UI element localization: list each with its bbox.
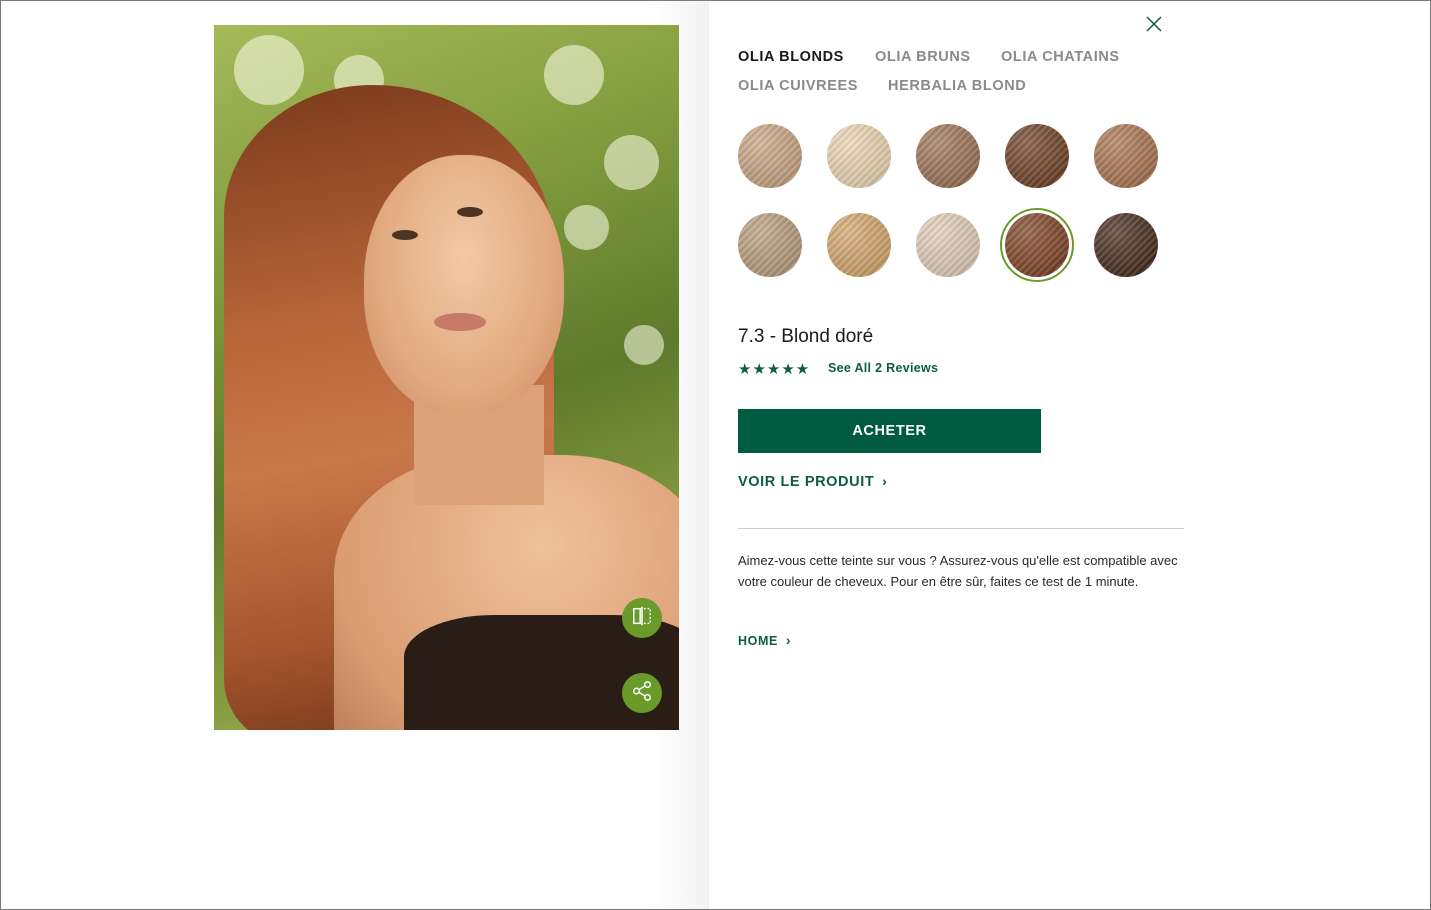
compare-button[interactable] (622, 598, 662, 638)
shade-swatch[interactable] (1094, 213, 1158, 277)
tab-olia-blonds[interactable]: OLIA BLONDS (738, 49, 844, 65)
tab-olia-chatains[interactable]: OLIA CHATAINS (1001, 49, 1120, 65)
virtual-try-on-modal: OLIA BLONDS OLIA BRUNS OLIA CHATAINS OLI… (0, 0, 1431, 910)
view-product-label: VOIR LE PRODUIT (738, 474, 875, 490)
chevron-right-icon: › (785, 632, 792, 648)
tab-herbalia-blond[interactable]: HERBALIA BLOND (888, 78, 1026, 94)
compare-icon (631, 605, 653, 632)
shade-swatch[interactable] (738, 124, 802, 188)
shade-name: 7.3 - Blond doré (738, 326, 874, 347)
model-photo (214, 25, 679, 730)
rating-stars: ★★★★★ (738, 361, 811, 378)
shade-swatch[interactable] (916, 213, 980, 277)
shade-swatch[interactable] (1000, 208, 1074, 282)
close-button[interactable] (1144, 14, 1164, 34)
home-label: HOME (738, 634, 778, 648)
chevron-right-icon: › (882, 473, 888, 489)
shade-swatch[interactable] (827, 124, 891, 188)
buy-button[interactable]: ACHETER (738, 409, 1041, 453)
tab-olia-bruns[interactable]: OLIA BRUNS (875, 49, 971, 65)
close-icon (1144, 16, 1164, 38)
home-link[interactable]: HOME › (738, 632, 791, 648)
shade-swatch[interactable] (1094, 124, 1158, 188)
shade-swatch[interactable] (738, 213, 802, 277)
shade-swatch[interactable] (1005, 124, 1069, 188)
see-all-reviews-link[interactable]: See All 2 Reviews (828, 361, 938, 375)
shade-swatch[interactable] (827, 213, 891, 277)
tab-olia-cuivrees[interactable]: OLIA CUIVREES (738, 78, 858, 94)
view-product-link[interactable]: VOIR LE PRODUIT › (738, 473, 888, 490)
compatibility-text: Aimez-vous cette teinte sur vous ? Assur… (738, 553, 1178, 589)
divider (738, 528, 1184, 529)
shade-swatch[interactable] (916, 124, 980, 188)
share-icon (631, 680, 653, 707)
share-button[interactable] (622, 673, 662, 713)
